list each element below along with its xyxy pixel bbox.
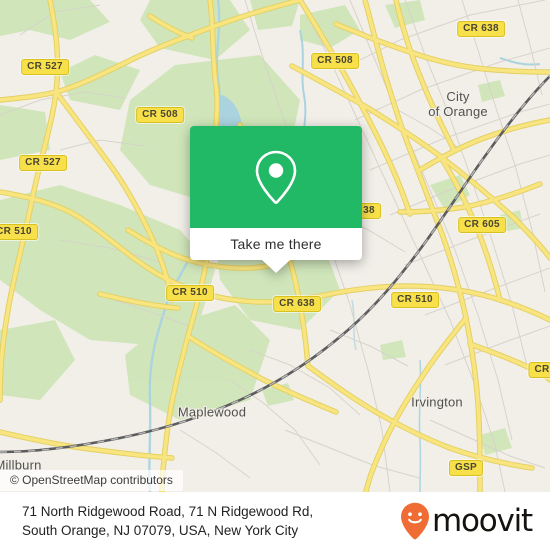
moovit-pin-smiley-icon bbox=[400, 502, 429, 540]
road-shield-cr-527-lower: CR 527 bbox=[19, 155, 67, 171]
address-line-2: South Orange, NJ 07079, USA, New York Ci… bbox=[22, 523, 299, 538]
popup-tail bbox=[262, 260, 290, 273]
road-shield-cr-508-upper: CR 508 bbox=[136, 107, 184, 123]
footer-bar: 71 North Ridgewood Road, 71 N Ridgewood … bbox=[0, 492, 550, 550]
road-shield-cr-638-top: CR 638 bbox=[457, 21, 505, 37]
road-shield-gsp: GSP bbox=[448, 460, 484, 476]
road-shield-cr-638-center: CR 638 bbox=[273, 296, 321, 312]
location-popup-card[interactable]: Take me there bbox=[190, 126, 362, 273]
road-shield-cr-510-center: CR 510 bbox=[166, 285, 214, 301]
road-shield-cr-605: CR 605 bbox=[458, 217, 506, 233]
take-me-there-button[interactable]: Take me there bbox=[230, 236, 321, 252]
popup-action-area[interactable]: Take me there bbox=[190, 228, 362, 273]
address-text: 71 North Ridgewood Road, 71 N Ridgewood … bbox=[22, 502, 313, 540]
moovit-map-screenshot: City of Orange Maplewood Irvington Millb… bbox=[0, 0, 550, 550]
map-pin-icon bbox=[255, 150, 297, 204]
road-shield-cr-510-left: CR 510 bbox=[0, 224, 38, 240]
road-shield-cr-527-upper: CR 527 bbox=[21, 59, 69, 75]
address-line-1: 71 North Ridgewood Road, 71 N Ridgewood … bbox=[22, 504, 314, 519]
openstreetmap-attribution[interactable]: © OpenStreetMap contributors bbox=[0, 470, 183, 491]
road-shield-cr-510-right: CR 510 bbox=[391, 292, 439, 308]
moovit-logo[interactable]: moovit bbox=[400, 502, 536, 540]
popup-image-area bbox=[190, 126, 362, 228]
moovit-wordmark: moovit bbox=[431, 502, 533, 539]
road-shield-cr-508-right: CR 508 bbox=[311, 53, 359, 69]
road-shield-cr-right-edge: CR bbox=[528, 362, 550, 378]
